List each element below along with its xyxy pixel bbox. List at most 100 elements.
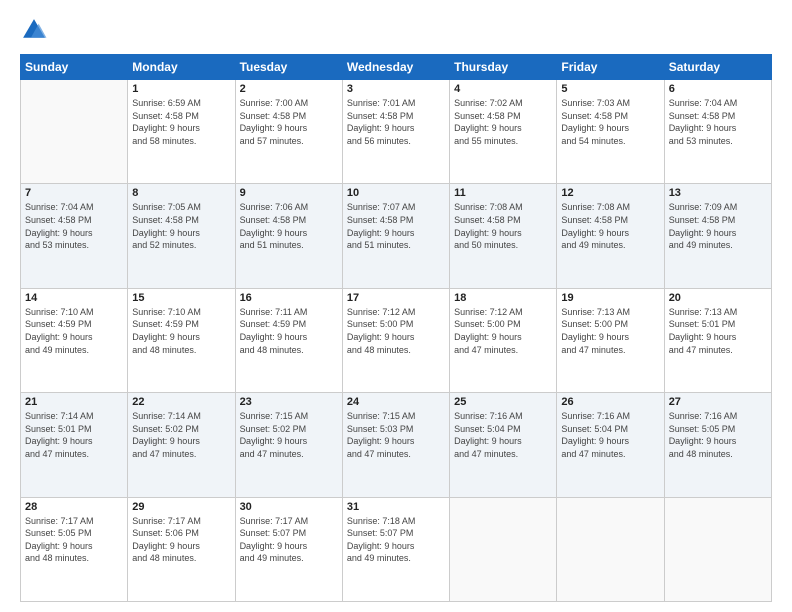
day-info: Sunrise: 7:13 AM Sunset: 5:00 PM Dayligh…: [561, 306, 659, 356]
col-header-monday: Monday: [128, 55, 235, 80]
day-info: Sunrise: 7:03 AM Sunset: 4:58 PM Dayligh…: [561, 97, 659, 147]
day-info: Sunrise: 7:17 AM Sunset: 5:06 PM Dayligh…: [132, 515, 230, 565]
day-number: 20: [669, 292, 767, 304]
calendar-cell: 13 Sunrise: 7:09 AM Sunset: 4:58 PM Dayli…: [664, 184, 771, 288]
day-number: 19: [561, 292, 659, 304]
col-header-saturday: Saturday: [664, 55, 771, 80]
calendar-cell: 7 Sunrise: 7:04 AM Sunset: 4:58 PM Daylig…: [21, 184, 128, 288]
logo-icon: [20, 16, 48, 44]
day-info: Sunrise: 7:01 AM Sunset: 4:58 PM Dayligh…: [347, 97, 445, 147]
day-info: Sunrise: 7:08 AM Sunset: 4:58 PM Dayligh…: [561, 201, 659, 251]
calendar-cell: [557, 497, 664, 601]
calendar-cell: 27 Sunrise: 7:16 AM Sunset: 5:05 PM Dayli…: [664, 393, 771, 497]
day-info: Sunrise: 7:07 AM Sunset: 4:58 PM Dayligh…: [347, 201, 445, 251]
day-info: Sunrise: 7:12 AM Sunset: 5:00 PM Dayligh…: [347, 306, 445, 356]
calendar-cell: 23 Sunrise: 7:15 AM Sunset: 5:02 PM Dayli…: [235, 393, 342, 497]
day-info: Sunrise: 7:10 AM Sunset: 4:59 PM Dayligh…: [25, 306, 123, 356]
day-info: Sunrise: 7:16 AM Sunset: 5:05 PM Dayligh…: [669, 410, 767, 460]
calendar-cell: 17 Sunrise: 7:12 AM Sunset: 5:00 PM Dayli…: [342, 288, 449, 392]
day-number: 16: [240, 292, 338, 304]
day-number: 26: [561, 396, 659, 408]
calendar-cell: 5Sunrise: 7:03 AM Sunset: 4:58 PM Daylig…: [557, 80, 664, 184]
day-info: Sunrise: 6:59 AM Sunset: 4:58 PM Dayligh…: [132, 97, 230, 147]
calendar-week-1: 1 Sunrise: 6:59 AM Sunset: 4:58 PM Daylig…: [21, 80, 772, 184]
logo: [20, 16, 52, 44]
day-number: 29: [132, 501, 230, 513]
calendar-cell: 25 Sunrise: 7:16 AM Sunset: 5:04 PM Dayli…: [450, 393, 557, 497]
calendar-cell: 1 Sunrise: 6:59 AM Sunset: 4:58 PM Daylig…: [128, 80, 235, 184]
day-number: 7: [25, 187, 123, 199]
day-number: 3: [347, 83, 445, 95]
day-info: Sunrise: 7:05 AM Sunset: 4:58 PM Dayligh…: [132, 201, 230, 251]
day-info: Sunrise: 7:14 AM Sunset: 5:01 PM Dayligh…: [25, 410, 123, 460]
day-number: 14: [25, 292, 123, 304]
day-info: Sunrise: 7:06 AM Sunset: 4:58 PM Dayligh…: [240, 201, 338, 251]
calendar-cell: [450, 497, 557, 601]
calendar-cell: 26 Sunrise: 7:16 AM Sunset: 5:04 PM Dayli…: [557, 393, 664, 497]
calendar-cell: 15Sunrise: 7:10 AM Sunset: 4:59 PM Dayli…: [128, 288, 235, 392]
day-number: 13: [669, 187, 767, 199]
day-number: 21: [25, 396, 123, 408]
calendar-cell: 18 Sunrise: 7:12 AM Sunset: 5:00 PM Dayli…: [450, 288, 557, 392]
day-number: 31: [347, 501, 445, 513]
day-number: 2: [240, 83, 338, 95]
day-number: 1: [132, 83, 230, 95]
col-header-friday: Friday: [557, 55, 664, 80]
calendar-table: SundayMondayTuesdayWednesdayThursdayFrid…: [20, 54, 772, 602]
day-info: Sunrise: 7:13 AM Sunset: 5:01 PM Dayligh…: [669, 306, 767, 356]
calendar-cell: 3 Sunrise: 7:01 AM Sunset: 4:58 PM Daylig…: [342, 80, 449, 184]
calendar-cell: 10 Sunrise: 7:07 AM Sunset: 4:58 PM Dayli…: [342, 184, 449, 288]
day-info: Sunrise: 7:15 AM Sunset: 5:03 PM Dayligh…: [347, 410, 445, 460]
col-header-tuesday: Tuesday: [235, 55, 342, 80]
day-info: Sunrise: 7:09 AM Sunset: 4:58 PM Dayligh…: [669, 201, 767, 251]
day-number: 28: [25, 501, 123, 513]
calendar-cell: [21, 80, 128, 184]
day-number: 22: [132, 396, 230, 408]
day-number: 23: [240, 396, 338, 408]
day-number: 10: [347, 187, 445, 199]
day-number: 11: [454, 187, 552, 199]
day-number: 4: [454, 83, 552, 95]
day-number: 24: [347, 396, 445, 408]
day-number: 27: [669, 396, 767, 408]
day-info: Sunrise: 7:10 AM Sunset: 4:59 PM Dayligh…: [132, 306, 230, 356]
day-number: 8: [132, 187, 230, 199]
day-info: Sunrise: 7:00 AM Sunset: 4:58 PM Dayligh…: [240, 97, 338, 147]
calendar-cell: 29 Sunrise: 7:17 AM Sunset: 5:06 PM Dayli…: [128, 497, 235, 601]
day-info: Sunrise: 7:08 AM Sunset: 4:58 PM Dayligh…: [454, 201, 552, 251]
day-info: Sunrise: 7:14 AM Sunset: 5:02 PM Dayligh…: [132, 410, 230, 460]
day-info: Sunrise: 7:16 AM Sunset: 5:04 PM Dayligh…: [561, 410, 659, 460]
calendar-cell: 12 Sunrise: 7:08 AM Sunset: 4:58 PM Dayli…: [557, 184, 664, 288]
day-number: 9: [240, 187, 338, 199]
calendar-cell: [664, 497, 771, 601]
day-number: 6: [669, 83, 767, 95]
calendar-cell: 30Sunrise: 7:17 AM Sunset: 5:07 PM Dayli…: [235, 497, 342, 601]
calendar-cell: 31Sunrise: 7:18 AM Sunset: 5:07 PM Dayli…: [342, 497, 449, 601]
calendar-cell: 22 Sunrise: 7:14 AM Sunset: 5:02 PM Dayli…: [128, 393, 235, 497]
col-header-sunday: Sunday: [21, 55, 128, 80]
calendar-cell: 2 Sunrise: 7:00 AM Sunset: 4:58 PM Daylig…: [235, 80, 342, 184]
calendar-cell: 4 Sunrise: 7:02 AM Sunset: 4:58 PM Daylig…: [450, 80, 557, 184]
col-header-thursday: Thursday: [450, 55, 557, 80]
calendar-cell: 9 Sunrise: 7:06 AM Sunset: 4:58 PM Daylig…: [235, 184, 342, 288]
calendar-cell: 6Sunrise: 7:04 AM Sunset: 4:58 PM Daylig…: [664, 80, 771, 184]
day-number: 17: [347, 292, 445, 304]
calendar-cell: 28Sunrise: 7:17 AM Sunset: 5:05 PM Dayli…: [21, 497, 128, 601]
page: SundayMondayTuesdayWednesdayThursdayFrid…: [0, 0, 792, 612]
day-info: Sunrise: 7:04 AM Sunset: 4:58 PM Dayligh…: [25, 201, 123, 251]
day-number: 25: [454, 396, 552, 408]
day-info: Sunrise: 7:12 AM Sunset: 5:00 PM Dayligh…: [454, 306, 552, 356]
day-info: Sunrise: 7:15 AM Sunset: 5:02 PM Dayligh…: [240, 410, 338, 460]
calendar-cell: 16Sunrise: 7:11 AM Sunset: 4:59 PM Dayli…: [235, 288, 342, 392]
day-info: Sunrise: 7:02 AM Sunset: 4:58 PM Dayligh…: [454, 97, 552, 147]
day-info: Sunrise: 7:16 AM Sunset: 5:04 PM Dayligh…: [454, 410, 552, 460]
day-info: Sunrise: 7:17 AM Sunset: 5:07 PM Dayligh…: [240, 515, 338, 565]
calendar-week-2: 7 Sunrise: 7:04 AM Sunset: 4:58 PM Daylig…: [21, 184, 772, 288]
calendar-cell: 21 Sunrise: 7:14 AM Sunset: 5:01 PM Dayli…: [21, 393, 128, 497]
day-number: 12: [561, 187, 659, 199]
calendar-cell: 19 Sunrise: 7:13 AM Sunset: 5:00 PM Dayli…: [557, 288, 664, 392]
calendar-week-3: 14 Sunrise: 7:10 AM Sunset: 4:59 PM Dayli…: [21, 288, 772, 392]
calendar-cell: 24 Sunrise: 7:15 AM Sunset: 5:03 PM Dayli…: [342, 393, 449, 497]
day-number: 18: [454, 292, 552, 304]
calendar-header-row: SundayMondayTuesdayWednesdayThursdayFrid…: [21, 55, 772, 80]
